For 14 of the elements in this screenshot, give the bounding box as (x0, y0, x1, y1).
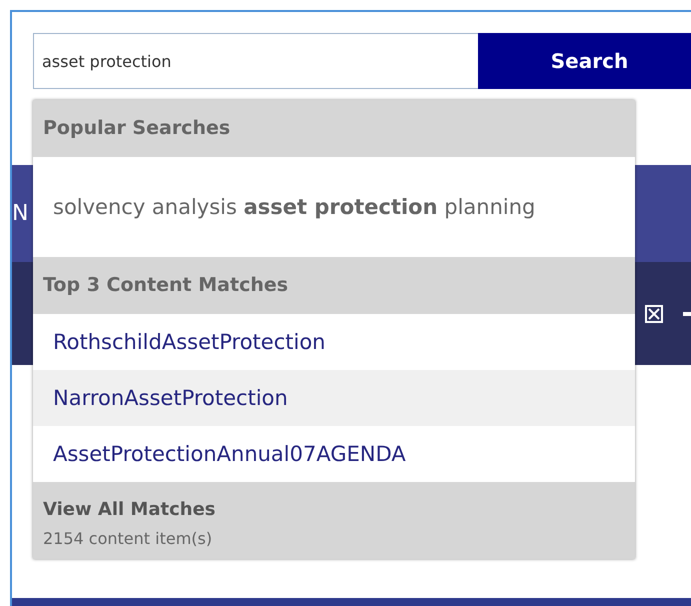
result-link[interactable]: NarronAssetProtection (33, 370, 635, 426)
result-count: 2154 content item(s) (43, 528, 214, 550)
result-link[interactable]: AssetProtectionAnnual07AGENDA (33, 426, 635, 482)
minus-icon[interactable] (683, 312, 691, 316)
search-suggestion[interactable]: solvency analysis asset protection planning (33, 157, 635, 257)
nav-label: N (12, 200, 28, 228)
search-field[interactable]: asset protection (33, 33, 478, 89)
section-heading: Popular Searches (33, 100, 635, 157)
result-link[interactable]: RothschildAssetProtection (33, 314, 635, 370)
view-all-panel[interactable]: View All Matches 2154 content item(s) (33, 482, 635, 559)
section-heading: Top 3 Content Matches (33, 257, 635, 314)
close-icon[interactable] (645, 304, 663, 322)
view-all-title: View All Matches (43, 498, 216, 522)
search-button[interactable]: Search (478, 33, 691, 89)
